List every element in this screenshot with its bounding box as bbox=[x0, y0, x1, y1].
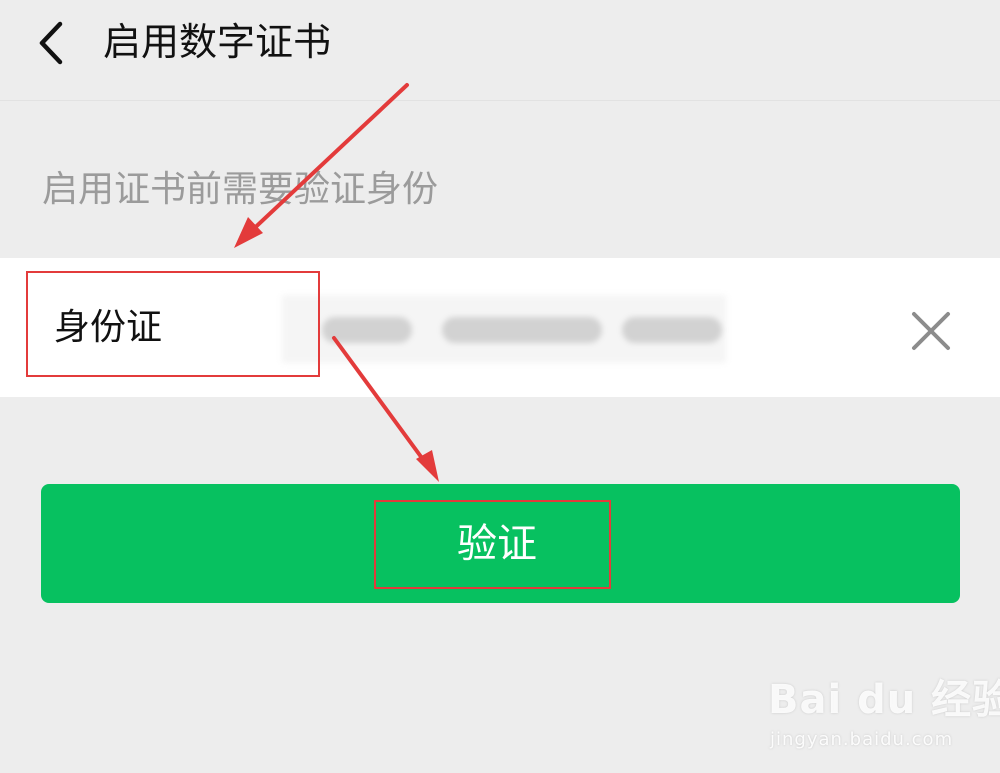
baidu-jingyan-watermark-logo: Bai du 经验 bbox=[768, 677, 1000, 723]
baidu-jingyan-watermark-url: jingyan.baidu.com bbox=[770, 729, 954, 750]
verification-hint: 启用证书前需要验证身份 bbox=[42, 169, 439, 210]
close-icon bbox=[912, 312, 950, 350]
annotation-box-id-label bbox=[26, 271, 320, 377]
page-title: 启用数字证书 bbox=[103, 20, 332, 64]
chevron-left-icon bbox=[39, 21, 63, 65]
id-value-blurred bbox=[282, 295, 726, 363]
annotation-box-verify bbox=[374, 500, 611, 589]
clear-input-button[interactable] bbox=[906, 306, 956, 356]
header-bar: 启用数字证书 bbox=[0, 0, 1000, 101]
back-button[interactable] bbox=[28, 18, 78, 68]
